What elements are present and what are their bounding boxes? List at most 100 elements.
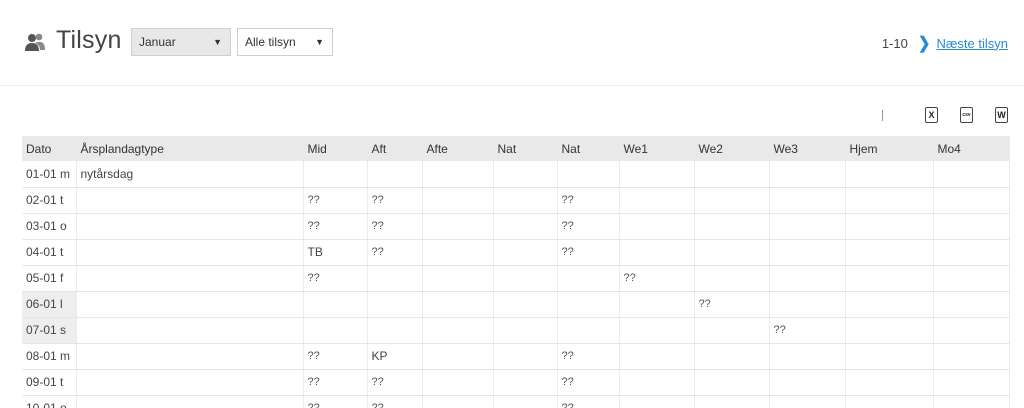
table-row[interactable]: 06-01 l?? bbox=[22, 291, 1010, 318]
shift-cell[interactable] bbox=[303, 291, 368, 318]
shift-cell[interactable] bbox=[845, 187, 934, 214]
shift-cell[interactable] bbox=[694, 213, 770, 240]
shift-cell[interactable] bbox=[769, 369, 846, 396]
shift-cell[interactable] bbox=[493, 395, 558, 408]
shift-cell[interactable]: ?? bbox=[557, 239, 620, 266]
chevron-right-icon[interactable]: ❯ bbox=[918, 33, 931, 53]
shift-cell[interactable] bbox=[619, 369, 695, 396]
shift-cell[interactable] bbox=[845, 213, 934, 240]
shift-cell[interactable]: ?? bbox=[694, 291, 770, 318]
table-row[interactable]: 07-01 s?? bbox=[22, 317, 1010, 344]
column-header[interactable]: We3 bbox=[769, 136, 846, 161]
table-row[interactable]: 04-01 t TB???? bbox=[22, 239, 1010, 266]
shift-cell[interactable]: ?? bbox=[769, 317, 846, 344]
column-header[interactable]: Afte bbox=[422, 136, 494, 161]
table-row[interactable]: 09-01 t?????? bbox=[22, 369, 1010, 396]
shift-cell[interactable] bbox=[493, 187, 558, 214]
shift-cell[interactable] bbox=[694, 317, 770, 344]
shift-cell[interactable] bbox=[769, 239, 846, 266]
shift-cell[interactable] bbox=[694, 187, 770, 214]
shift-cell[interactable] bbox=[557, 265, 620, 292]
shift-cell[interactable] bbox=[422, 369, 494, 396]
shift-cell[interactable]: ?? bbox=[367, 395, 423, 408]
shift-cell[interactable]: ?? bbox=[303, 395, 368, 408]
shift-cell[interactable] bbox=[493, 343, 558, 370]
shift-cell[interactable] bbox=[493, 161, 558, 188]
shift-cell[interactable] bbox=[619, 343, 695, 370]
shift-cell[interactable] bbox=[493, 317, 558, 344]
shift-cell[interactable] bbox=[845, 161, 934, 188]
column-header[interactable]: Mo4 bbox=[933, 136, 1010, 161]
shift-cell[interactable] bbox=[933, 187, 1010, 214]
shift-cell[interactable] bbox=[769, 187, 846, 214]
shift-cell[interactable] bbox=[694, 265, 770, 292]
shift-cell[interactable] bbox=[422, 239, 494, 266]
shift-cell[interactable]: ?? bbox=[303, 187, 368, 214]
shift-cell[interactable] bbox=[845, 343, 934, 370]
column-header[interactable]: Nat bbox=[493, 136, 558, 161]
shift-cell[interactable] bbox=[557, 291, 620, 318]
shift-cell[interactable] bbox=[493, 213, 558, 240]
shift-cell[interactable] bbox=[422, 317, 494, 344]
shift-cell[interactable] bbox=[367, 317, 423, 344]
shift-cell[interactable]: ?? bbox=[557, 187, 620, 214]
shift-cell[interactable] bbox=[422, 395, 494, 408]
column-header[interactable]: Aft bbox=[367, 136, 423, 161]
shift-cell[interactable] bbox=[367, 265, 423, 292]
shift-cell[interactable] bbox=[367, 161, 423, 188]
column-header[interactable]: Årsplandagtype bbox=[76, 136, 304, 161]
shift-cell[interactable] bbox=[694, 343, 770, 370]
column-header[interactable]: We2 bbox=[694, 136, 770, 161]
shift-cell[interactable] bbox=[422, 161, 494, 188]
shift-cell[interactable]: ?? bbox=[367, 239, 423, 266]
shift-cell[interactable] bbox=[769, 291, 846, 318]
shift-cell[interactable] bbox=[933, 343, 1010, 370]
shift-cell[interactable] bbox=[422, 343, 494, 370]
shift-cell[interactable] bbox=[933, 317, 1010, 344]
shift-cell[interactable] bbox=[769, 265, 846, 292]
shift-cell[interactable]: ?? bbox=[303, 265, 368, 292]
shift-cell[interactable]: KP bbox=[367, 343, 423, 370]
shift-cell[interactable]: ?? bbox=[557, 343, 620, 370]
shift-cell[interactable]: ?? bbox=[367, 213, 423, 240]
column-header[interactable]: Dato bbox=[22, 136, 77, 161]
shift-cell[interactable] bbox=[619, 187, 695, 214]
shift-cell[interactable] bbox=[694, 161, 770, 188]
shift-cell[interactable] bbox=[367, 291, 423, 318]
table-row[interactable]: 05-01 f???? bbox=[22, 265, 1010, 292]
shift-cell[interactable]: ?? bbox=[367, 369, 423, 396]
shift-cell[interactable] bbox=[493, 239, 558, 266]
shift-cell[interactable] bbox=[845, 265, 934, 292]
shift-cell[interactable] bbox=[933, 265, 1010, 292]
shift-cell[interactable] bbox=[933, 291, 1010, 318]
word-export-icon[interactable]: W bbox=[995, 107, 1008, 123]
shift-cell[interactable]: TB bbox=[303, 239, 368, 266]
shift-cell[interactable] bbox=[845, 369, 934, 396]
column-header[interactable]: We1 bbox=[619, 136, 695, 161]
shift-cell[interactable] bbox=[303, 161, 368, 188]
shift-cell[interactable] bbox=[619, 239, 695, 266]
shift-cell[interactable] bbox=[769, 395, 846, 408]
next-page-link[interactable]: Næste tilsyn bbox=[936, 36, 1008, 51]
shift-cell[interactable] bbox=[845, 291, 934, 318]
shift-cell[interactable] bbox=[619, 395, 695, 408]
table-row[interactable]: 02-01 t?????? bbox=[22, 187, 1010, 214]
shift-cell[interactable] bbox=[619, 317, 695, 344]
month-select[interactable]: Januar ▼ bbox=[131, 28, 231, 56]
excel-export-icon[interactable]: X bbox=[925, 107, 938, 123]
csv-export-icon[interactable]: csv bbox=[960, 107, 973, 123]
shift-cell[interactable]: ?? bbox=[303, 213, 368, 240]
shift-cell[interactable]: ?? bbox=[303, 343, 368, 370]
shift-cell[interactable] bbox=[493, 265, 558, 292]
shift-cell[interactable] bbox=[933, 395, 1010, 408]
column-header[interactable]: Nat bbox=[557, 136, 620, 161]
shift-cell[interactable]: ?? bbox=[557, 213, 620, 240]
shift-cell[interactable] bbox=[557, 161, 620, 188]
shift-cell[interactable] bbox=[619, 291, 695, 318]
shift-cell[interactable] bbox=[493, 291, 558, 318]
shift-cell[interactable] bbox=[422, 265, 494, 292]
shift-cell[interactable] bbox=[933, 369, 1010, 396]
column-header[interactable]: Hjem bbox=[845, 136, 934, 161]
shift-cell[interactable] bbox=[845, 395, 934, 408]
shift-cell[interactable]: ?? bbox=[619, 265, 695, 292]
